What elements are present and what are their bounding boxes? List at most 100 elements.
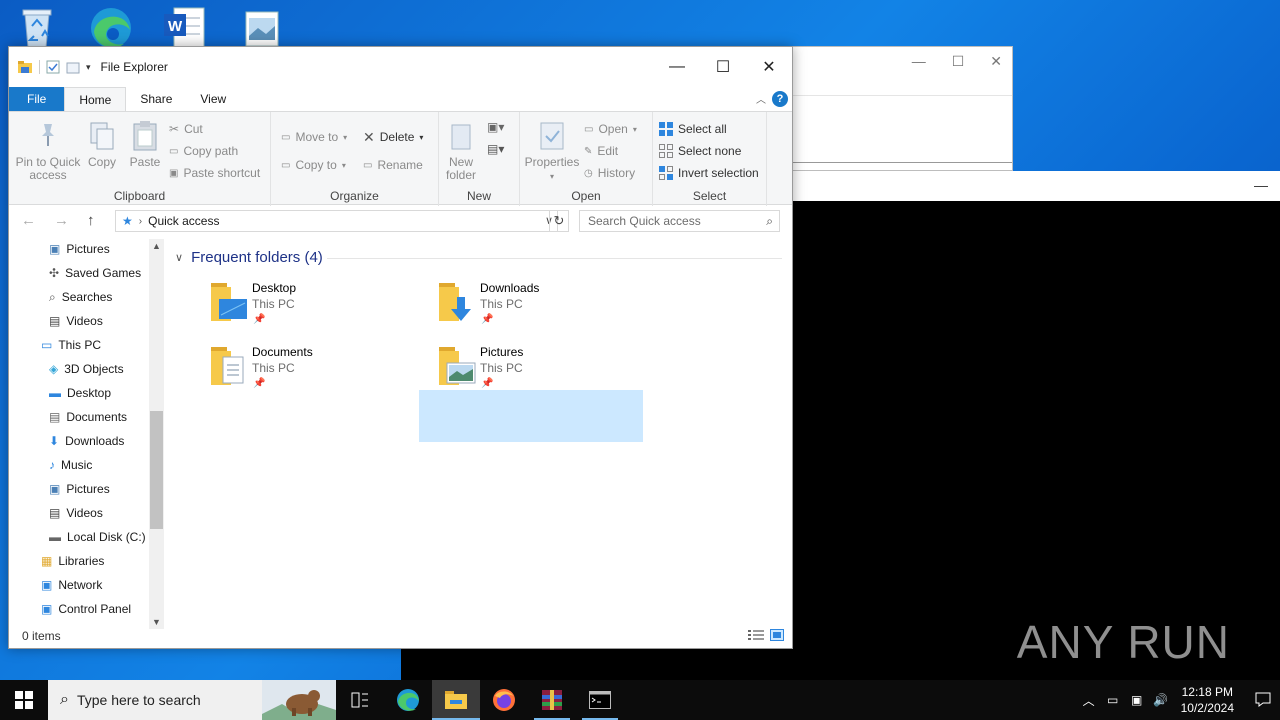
recycle-bin-icon[interactable]	[12, 4, 62, 50]
image-file-icon[interactable]	[236, 4, 286, 50]
open-button[interactable]: ▭ Open ▾	[584, 120, 637, 138]
clock[interactable]: 12:18 PM 10/2/2024	[1181, 684, 1234, 716]
nav-item-searches[interactable]: ⌕ Searches	[49, 287, 112, 307]
nav-item-network[interactable]: ▣ Network	[41, 575, 102, 595]
tab-file[interactable]: File	[9, 87, 65, 111]
searches-icon: ⌕	[49, 289, 56, 304]
notification-icon[interactable]	[1246, 691, 1280, 710]
search-input[interactable]: Search Quick access ⌕	[579, 210, 780, 232]
frequent-folders-header[interactable]: ∨ Frequent folders (4)	[175, 249, 782, 266]
paste-button[interactable]: Paste	[125, 120, 165, 169]
search-icon: ⌕	[60, 691, 69, 708]
documents-icon: ▤	[49, 410, 61, 424]
nav-item-videos-pc[interactable]: ▤ Videos	[49, 503, 103, 523]
music-icon: ♪	[49, 458, 55, 472]
maximize-button[interactable]: ☐	[700, 47, 746, 87]
select-all-button[interactable]: Select all	[659, 120, 727, 138]
easy-access-icon[interactable]: ▤▾	[487, 142, 504, 156]
delete-button[interactable]: ✕ Delete ▾	[363, 128, 423, 146]
new-folder-qat-icon[interactable]	[66, 60, 80, 74]
qat-dropdown-icon[interactable]: ▾	[86, 62, 91, 73]
saved-games-icon: ✣	[49, 266, 60, 280]
rename-button[interactable]: ▭ Rename	[363, 156, 423, 174]
new-item-icon[interactable]: ▣▾	[487, 120, 504, 134]
nav-item-local-disk[interactable]: ▬ Local Disk (C:)	[49, 527, 146, 547]
taskbar-file-explorer[interactable]	[432, 680, 480, 720]
nav-item-videos[interactable]: ▤ Videos	[49, 311, 103, 331]
nav-item-music[interactable]: ♪ Music	[49, 455, 92, 475]
folder-tile-downloads[interactable]: Downloads This PC 📌	[435, 281, 659, 333]
close-icon[interactable]: ✕	[990, 53, 1002, 70]
nav-item-pictures[interactable]: ▣ Pictures	[49, 239, 110, 259]
close-button[interactable]: ✕	[746, 47, 792, 87]
minimize-button[interactable]: —	[654, 47, 700, 87]
up-icon[interactable]: ↑	[87, 212, 95, 229]
cut-button[interactable]: ✂ Cut	[169, 120, 203, 138]
network-tray-icon[interactable]: ▣	[1125, 693, 1149, 707]
address-field[interactable]: ★ › Quick access ∨	[115, 210, 558, 232]
history-button[interactable]: ◷ History	[584, 164, 635, 182]
folder-tile-documents[interactable]: Documents This PC 📌	[207, 345, 431, 397]
tab-home[interactable]: Home	[64, 87, 127, 111]
taskbar-terminal[interactable]	[576, 680, 624, 720]
paste-shortcut-button[interactable]: ▣ Paste shortcut	[169, 164, 260, 182]
start-button[interactable]	[0, 680, 48, 720]
maximize-icon[interactable]: ☐	[952, 53, 965, 70]
properties-button[interactable]: Properties ▾	[524, 120, 580, 183]
large-icons-view-icon[interactable]	[770, 629, 784, 641]
nav-item-desktop[interactable]: ▬ Desktop	[49, 383, 111, 403]
content-pane: ∨ Frequent folders (4) Desktop This PC 📌…	[169, 239, 792, 629]
meet-now-icon[interactable]: ▭	[1101, 693, 1125, 707]
quick-access-star-icon: ★	[122, 214, 133, 228]
tray-chevron-up-icon[interactable]: ︿	[1077, 692, 1101, 709]
copy-to-button[interactable]: ▭ Copy to ▾	[281, 156, 346, 174]
refresh-button[interactable]: ↻	[549, 210, 569, 232]
local-disk-icon: ▬	[49, 530, 61, 544]
nav-item-libraries[interactable]: ▦ Libraries	[41, 551, 104, 571]
word-document-icon[interactable]: W	[160, 4, 210, 50]
taskbar-edge[interactable]	[384, 680, 432, 720]
task-view-icon	[351, 692, 368, 708]
tab-view[interactable]: View	[186, 87, 240, 111]
nav-item-this-pc[interactable]: ▭ This PC	[41, 335, 101, 355]
taskbar-firefox[interactable]	[480, 680, 528, 720]
nav-item-saved-games[interactable]: ✣ Saved Games	[49, 263, 141, 283]
breadcrumb[interactable]: Quick access	[148, 214, 219, 228]
help-icon[interactable]: ?	[772, 91, 788, 107]
edge-icon	[397, 689, 419, 711]
minimize-icon[interactable]: —	[912, 53, 926, 70]
select-none-button[interactable]: Select none	[659, 142, 741, 160]
nav-scrollbar[interactable]: ▲ ▼	[149, 239, 164, 629]
folder-tile-desktop[interactable]: Desktop This PC 📌	[207, 281, 431, 333]
nav-item-control-panel[interactable]: ▣ Control Panel	[41, 599, 131, 619]
details-view-icon[interactable]	[748, 629, 764, 641]
invert-selection-button[interactable]: Invert selection	[659, 164, 759, 182]
properties-qat-icon[interactable]	[46, 60, 60, 74]
nav-item-3d-objects[interactable]: ◈ 3D Objects	[49, 359, 124, 379]
nav-item-pictures-pc[interactable]: ▣ Pictures	[49, 479, 110, 499]
scroll-up-icon[interactable]: ▲	[152, 241, 161, 251]
forward-icon[interactable]: →	[54, 212, 69, 229]
scroll-thumb[interactable]	[150, 411, 163, 529]
edge-desktop-icon[interactable]	[86, 4, 136, 50]
terminal-icon	[589, 691, 611, 709]
address-bar-row: ← → ↑ ★ › Quick access ∨ ↻ Search Quick …	[9, 205, 792, 235]
minimize-icon[interactable]: —	[1254, 177, 1268, 193]
volume-icon[interactable]: 🔊	[1149, 693, 1173, 707]
copy-button[interactable]: Copy	[85, 120, 119, 169]
taskbar-search-input[interactable]: ⌕ Type here to search	[48, 680, 336, 720]
new-folder-button[interactable]: New folder	[443, 120, 479, 182]
back-icon[interactable]: ←	[21, 212, 36, 229]
collapse-ribbon-icon[interactable]: ︿	[756, 91, 766, 106]
move-to-button[interactable]: ▭ Move to ▾	[281, 128, 347, 146]
nav-item-documents[interactable]: ▤ Documents	[49, 407, 127, 427]
window-title: File Explorer	[100, 60, 168, 74]
task-view-button[interactable]	[336, 680, 384, 720]
folder-tile-pictures[interactable]: Pictures This PC 📌	[435, 345, 659, 397]
copy-path-button[interactable]: ▭ Copy path	[169, 142, 238, 160]
taskbar-winrar[interactable]	[528, 680, 576, 720]
nav-item-downloads[interactable]: ⬇ Downloads	[49, 431, 124, 451]
tab-share[interactable]: Share	[126, 87, 186, 111]
edit-button[interactable]: ✎ Edit	[584, 142, 618, 160]
pin-quick-access-button[interactable]: Pin to Quick access	[15, 120, 81, 182]
